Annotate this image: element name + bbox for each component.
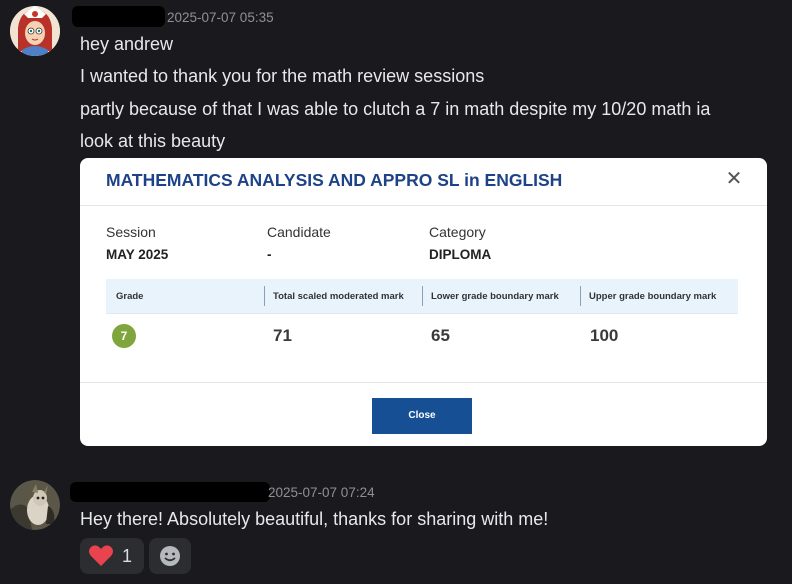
message-line: look at this beauty <box>80 131 226 151</box>
divider <box>80 382 767 383</box>
close-button[interactable]: Close <box>372 398 472 434</box>
column-header: Upper grade boundary mark <box>589 291 717 302</box>
message-line: Hey there! Absolutely beautiful, thanks … <box>80 509 549 529</box>
message-line: hey andrew <box>80 34 174 54</box>
column-divider <box>422 286 423 306</box>
avatar[interactable] <box>10 6 60 56</box>
divider <box>80 205 767 206</box>
column-header: Lower grade boundary mark <box>431 291 559 302</box>
table-header: Grade Total scaled moderated mark Lower … <box>106 279 738 313</box>
session-label: Session <box>106 224 156 240</box>
username-redacted <box>70 482 270 502</box>
candidate-value: - <box>267 247 272 262</box>
candidate-label: Candidate <box>267 224 331 240</box>
message-line: I wanted to thank you for the math revie… <box>80 66 485 86</box>
message-line: partly because of that I was able to clu… <box>80 99 711 119</box>
timestamp: 2025-07-07 07:24 <box>268 485 375 500</box>
card-title: MATHEMATICS ANALYSIS AND APPRO SL in ENG… <box>106 170 563 190</box>
grade-badge: 7 <box>112 324 136 348</box>
message-2: 2025-07-07 07:24 Hey there! Absolutely b… <box>0 470 792 584</box>
add-reaction-icon <box>160 546 180 566</box>
reaction-heart[interactable]: 1 <box>80 538 144 574</box>
category-label: Category <box>429 224 486 240</box>
avatar[interactable] <box>10 480 60 530</box>
column-header: Grade <box>116 291 144 302</box>
timestamp: 2025-07-07 05:35 <box>167 10 274 25</box>
column-divider <box>580 286 581 306</box>
close-icon[interactable]: ✕ <box>725 168 743 190</box>
lower-boundary: 65 <box>431 326 450 345</box>
session-value: MAY 2025 <box>106 247 169 262</box>
message-1: 2025-07-07 05:35 hey andrew I wanted to … <box>0 0 792 160</box>
ib-result-card[interactable]: MATHEMATICS ANALYSIS AND APPRO SL in ENG… <box>80 158 767 446</box>
username-redacted <box>72 6 165 27</box>
avatar-icon <box>10 480 60 530</box>
avatar-icon <box>10 6 60 56</box>
upper-boundary: 100 <box>590 326 619 345</box>
reaction-count: 1 <box>122 546 133 566</box>
total-mark: 71 <box>273 326 292 345</box>
category-value: DIPLOMA <box>429 247 492 262</box>
column-header: Total scaled moderated mark <box>273 291 404 302</box>
heart-icon <box>89 545 113 566</box>
divider <box>106 313 738 314</box>
column-divider <box>264 286 265 306</box>
add-reaction-button[interactable] <box>149 538 191 574</box>
